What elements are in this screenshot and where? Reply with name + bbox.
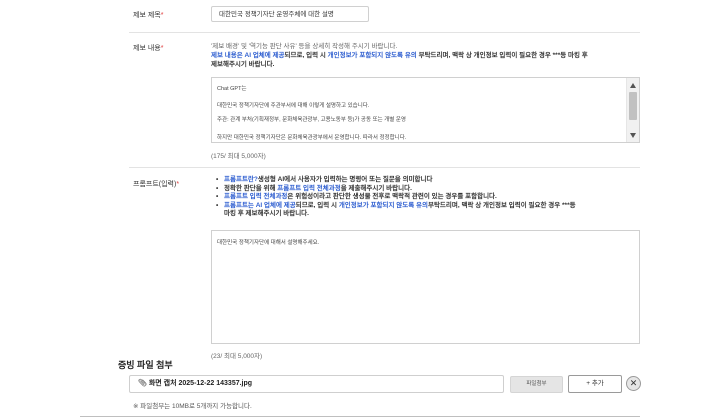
prompt-counter: (23/ 최대 5,000자)	[211, 353, 263, 360]
title-label: 제보 제목*	[133, 12, 164, 19]
prompt-label: 프롬프트(입력)*	[133, 181, 180, 188]
divider	[80, 416, 640, 417]
attachment-section-title: 증빙 파일 첨부	[118, 360, 173, 370]
prompt-guide-list: 프롬프트란?생성형 AI에서 사용자가 입력하는 명령어 또는 질문을 의미합니…	[216, 176, 641, 219]
content-guide-line3: 제보해주시기 바랍니다.	[211, 61, 275, 68]
content-counter: (175/ 최대 5,000자)	[211, 153, 266, 160]
add-file-button[interactable]: + 추가	[568, 375, 622, 393]
paperclip-icon: 📎︎	[138, 380, 147, 387]
close-icon[interactable]: ✕	[626, 376, 641, 391]
triangle-up-icon[interactable]	[630, 83, 636, 88]
content-text-line: 대한민국 정책기자단에 주관부서에 대해 이렇게 설명하고 있습니다.	[217, 103, 370, 109]
scrollbar-thumb[interactable]	[629, 92, 637, 120]
title-input[interactable]: 대한민국 정책기자단 운영주체에 대한 설명	[211, 6, 369, 22]
attachment-note: ※ 파일첨부는 10MB로 5개까지 가능합니다.	[133, 403, 252, 410]
content-label: 제보 내용*	[133, 45, 164, 52]
divider	[129, 167, 640, 168]
content-scrollbar[interactable]	[626, 78, 639, 142]
content-guide-line1: '제보 배경' 및 '역기능 판단 사유' 등을 상세히 작성해 주시기 바랍니…	[211, 43, 398, 50]
prompt-text: 대한민국 정책기자단에 대해서 설명해주세요.	[217, 240, 320, 246]
content-text-line: 주관: 관계 부처(기획재정부, 문화체육관광부, 고용노동부 등)가 공동 또…	[217, 117, 406, 123]
divider	[129, 32, 640, 33]
list-item: 정확한 판단을 위해 프롬프트 입력 전체과정을 제출해주시기 바랍니다.	[216, 185, 641, 194]
content-guide-line2: 제보 내용은 AI 업체에 제공되므로, 입력 시 개인정보가 포함되지 않도록…	[211, 52, 588, 59]
file-name-field[interactable]: 📎︎ 화면 캡처 2025-12-22 143357.jpg	[129, 375, 504, 393]
list-item: 프롬프트란?생성형 AI에서 사용자가 입력하는 명령어 또는 질문을 의미합니…	[216, 176, 641, 185]
list-item: 프롬프트 입력 전체과정은 위험성이라고 판단한 생성물 전후로 맥락적 관련이…	[216, 193, 641, 202]
content-textarea[interactable]: Chat GPT는 대한민국 정책기자단에 주관부서에 대해 이렇게 설명하고 …	[211, 77, 640, 143]
list-item: 프롬프트는 AI 업체에 제공되므로, 입력 시 개인정보가 포함되지 않도록 …	[216, 202, 641, 219]
attach-file-button[interactable]: 파일첨부	[510, 376, 563, 393]
prompt-textarea[interactable]: 대한민국 정책기자단에 대해서 설명해주세요.	[211, 230, 640, 344]
content-text-line: Chat GPT는	[217, 86, 247, 92]
content-text-line: 하지만 대한민국 정책기자단은 문화체육관광부에서 운영합니다. 따라서 정정합…	[217, 135, 407, 141]
file-name: 화면 캡처 2025-12-22 143357.jpg	[148, 380, 253, 387]
triangle-down-icon[interactable]	[630, 133, 636, 138]
